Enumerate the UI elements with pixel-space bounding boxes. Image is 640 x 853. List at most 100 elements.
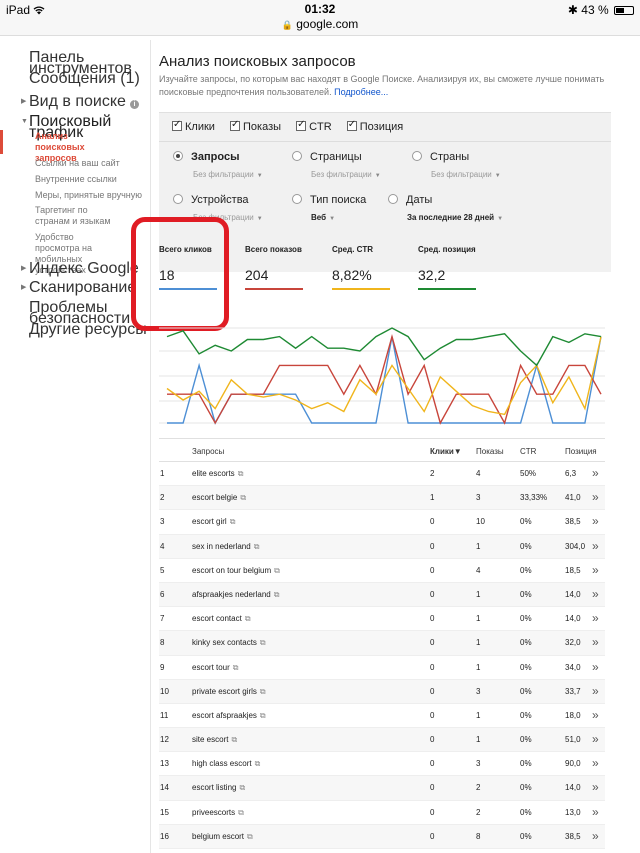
chevron-right-icon[interactable]: » [592,660,599,674]
table-row[interactable]: 12 site escort ⧉ 0 1 0% 51,0 » [159,728,605,753]
table-row[interactable]: 16 belgium escort ⧉ 0 8 0% 38,5 » [159,824,605,849]
external-link-icon[interactable]: ⧉ [233,663,239,672]
query-link[interactable]: high class escort ⧉ [192,759,260,769]
table-row[interactable]: 8 kinky sex contacts ⧉ 0 1 0% 32,0 » [159,631,605,656]
chevron-right-icon[interactable]: » [592,829,599,843]
query-link[interactable]: escort listing ⧉ [192,783,245,793]
table-row[interactable]: 14 escort listing ⧉ 0 2 0% 14,0 » [159,776,605,801]
external-link-icon[interactable]: ⧉ [260,711,266,720]
info-icon[interactable]: i [129,100,139,109]
learn-more-link[interactable]: Подробнее... [334,87,388,97]
chevron-right-icon[interactable]: » [592,756,599,770]
chevron-right-icon[interactable]: » [592,466,599,480]
checkbox-impressions[interactable]: Показы [230,119,281,133]
sidebar-item-crawl[interactable]: ▶ Сканирование [0,280,136,296]
checkbox-ctr[interactable]: CTR [296,119,332,133]
table-row[interactable]: 2 escort belgie ⧉ 1 3 33,33% 41,0 » [159,486,605,511]
column-header-clicks[interactable]: Клики▼ [430,447,462,456]
table-row[interactable]: 4 sex in nederland ⧉ 0 1 0% 304,0 » [159,534,605,559]
external-link-icon[interactable]: ⧉ [245,614,251,623]
address-bar[interactable]: 🔒 google.com [0,17,640,31]
external-link-icon[interactable]: ⧉ [231,735,237,744]
query-link[interactable]: sex in nederland ⧉ [192,542,259,552]
chevron-right-icon[interactable]: » [592,732,599,746]
sidebar-item-links-to-site[interactable]: Ссылки на ваш сайт [0,158,120,169]
dates-dropdown[interactable]: За последние 28 дней ▼ [407,213,503,222]
position-value: 90,0 [565,759,581,769]
chevron-right-icon[interactable]: » [592,708,599,722]
chevron-right-icon[interactable]: » [592,611,599,625]
column-header-queries[interactable]: Запросы [192,447,224,456]
external-link-icon[interactable]: ⧉ [240,493,246,502]
external-link-icon[interactable]: ⧉ [274,566,280,575]
table-row[interactable]: 5 escort on tour belgium ⧉ 0 4 0% 18,5 » [159,559,605,583]
chevron-right-icon[interactable]: » [592,635,599,649]
table-row[interactable]: 11 escort afspraakjes ⧉ 0 1 0% 18,0 » [159,704,605,729]
radio-queries[interactable]: Запросы [173,151,239,163]
table-row[interactable]: 13 high class escort ⧉ 0 3 0% 90,0 » [159,752,605,777]
external-link-icon[interactable]: ⧉ [255,759,261,768]
sidebar-item-messages[interactable]: Сообщения (1) [0,71,140,87]
query-link[interactable]: escort girl ⧉ [192,517,235,527]
chevron-right-icon[interactable]: » [592,539,599,553]
query-link[interactable]: escort belgie ⧉ [192,493,246,503]
metric-avg-position[interactable]: Сред. позиция 32,2 [418,245,498,290]
query-link[interactable]: escort contact ⧉ [192,614,251,624]
query-link[interactable]: priveescorts ⧉ [192,808,244,818]
chevron-right-icon[interactable]: » [592,684,599,698]
external-link-icon[interactable]: ⧉ [260,638,266,647]
chevron-right-icon[interactable]: » [592,563,599,577]
column-header-impressions[interactable]: Показы [476,447,504,456]
external-link-icon[interactable]: ⧉ [238,469,244,478]
external-link-icon[interactable]: ⧉ [238,808,244,817]
sidebar-item-search-appearance[interactable]: ▶ Вид в поиске i [0,94,139,110]
query-link[interactable]: private escort girls ⧉ [192,687,266,697]
query-link[interactable]: belgium escort ⧉ [192,832,253,842]
radio-devices[interactable]: Устройства [173,194,249,206]
query-link[interactable]: afspraakjes nederland ⧉ [192,590,279,600]
table-row[interactable]: 7 escort contact ⧉ 0 1 0% 14,0 » [159,607,605,632]
query-link[interactable]: site escort ⧉ [192,735,237,745]
table-row[interactable]: 10 private escort girls ⧉ 0 3 0% 33,7 » [159,679,605,704]
chevron-right-icon[interactable]: » [592,780,599,794]
radio-countries[interactable]: Страны [412,151,469,163]
chevron-right-icon[interactable]: » [592,514,599,528]
query-link[interactable]: escort on tour belgium ⧉ [192,566,280,576]
query-link[interactable]: escort afspraakjes ⧉ [192,711,266,721]
queries-filter-dropdown[interactable]: Без фильтрации ▼ [193,170,263,179]
query-link[interactable]: kinky sex contacts ⧉ [192,638,266,648]
search-type-dropdown[interactable]: Веб ▼ [311,213,335,222]
external-link-icon[interactable]: ⧉ [274,590,280,599]
column-header-ctr[interactable]: CTR [520,447,536,456]
sidebar-item-other-resources[interactable]: Другие ресурсы [0,322,147,338]
pages-filter-dropdown[interactable]: Без фильтрации ▼ [311,170,381,179]
table-row[interactable]: 1 elite escorts ⧉ 2 4 50% 6,3 » [159,462,605,487]
query-link[interactable]: escort tour ⧉ [192,663,239,673]
table-row[interactable]: 9 escort tour ⧉ 0 1 0% 34,0 » [159,656,605,680]
table-row[interactable]: 3 escort girl ⧉ 0 10 0% 38,5 » [159,510,605,535]
query-link[interactable]: elite escorts ⧉ [192,469,243,479]
external-link-icon[interactable]: ⧉ [230,517,236,526]
countries-filter-dropdown[interactable]: Без фильтрации ▼ [431,170,501,179]
external-link-icon[interactable]: ⧉ [260,687,266,696]
table-row[interactable]: 15 priveescorts ⧉ 0 2 0% 13,0 » [159,801,605,825]
metric-total-impressions[interactable]: Всего показов 204 [245,245,325,290]
sidebar-item-international-targeting[interactable]: Таргетинг по странам и языкам [0,205,112,227]
chevron-right-icon[interactable]: » [592,490,599,504]
external-link-icon[interactable]: ⧉ [254,542,260,551]
checkbox-position[interactable]: Позиция [346,119,403,133]
metric-avg-ctr[interactable]: Сред. CTR 8,82% [332,245,412,290]
radio-pages[interactable]: Страницы [292,151,362,163]
checkbox-clicks[interactable]: Клики [172,119,215,133]
sidebar-item-manual-actions[interactable]: Меры, принятые вручную [0,190,142,201]
chevron-right-icon[interactable]: » [592,587,599,601]
sidebar-item-internal-links[interactable]: Внутренние ссылки [0,174,117,185]
sidebar-item-google-index[interactable]: ▶ Индекс Google [0,261,139,277]
radio-dates[interactable]: Даты [388,194,432,206]
chevron-right-icon[interactable]: » [592,805,599,819]
column-header-position[interactable]: Позиция [565,447,597,456]
table-row[interactable]: 6 afspraakjes nederland ⧉ 0 1 0% 14,0 » [159,582,605,608]
external-link-icon[interactable]: ⧉ [247,832,253,841]
radio-search-type[interactable]: Тип поиска [292,194,366,206]
external-link-icon[interactable]: ⧉ [239,783,245,792]
